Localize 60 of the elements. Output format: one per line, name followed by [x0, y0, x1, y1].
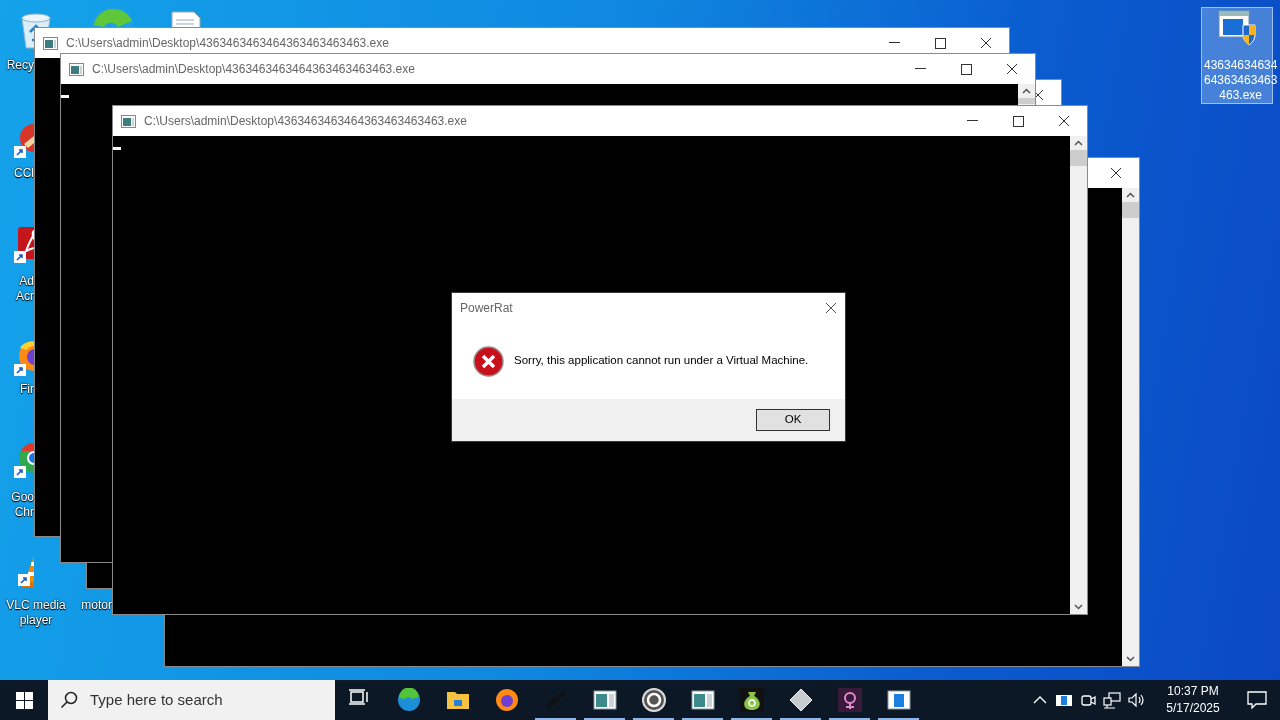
exe-icon[interactable]: [1215, 7, 1259, 47]
dialog-message: Sorry, this application cannot run under a Virtual Machine.: [514, 353, 809, 369]
minimize-icon[interactable]: [888, 42, 900, 44]
error-icon: [473, 345, 504, 377]
document-icon[interactable]: [170, 10, 202, 27]
close-icon[interactable]: [1058, 115, 1070, 127]
icon-label[interactable]: Fir: [0, 382, 34, 397]
icon-label[interactable]: 4363463463464363463463463.exe: [1204, 58, 1278, 103]
console-icon[interactable]: [592, 688, 617, 712]
console-icon[interactable]: [690, 688, 715, 712]
maximize-icon[interactable]: [960, 63, 972, 75]
icon-label[interactable]: CCl: [0, 166, 34, 181]
maximize-icon[interactable]: [1012, 115, 1024, 127]
icon-label[interactable]: Chr: [0, 505, 34, 520]
disc-icon[interactable]: [641, 688, 666, 712]
search-icon: [60, 691, 78, 709]
icon-label[interactable]: VLC media player: [0, 598, 72, 628]
scroll-up-icon[interactable]: [1074, 140, 1083, 146]
close-icon[interactable]: [980, 37, 992, 49]
close-icon[interactable]: [1006, 63, 1018, 75]
search-field[interactable]: Type here to search: [48, 680, 335, 720]
network-icon[interactable]: [1103, 691, 1121, 709]
close-icon[interactable]: [1110, 167, 1122, 179]
diamond-icon[interactable]: [788, 688, 813, 712]
window-title: C:\Users\admin\Desktop\4363463463464363463463463.exe: [92, 61, 415, 78]
scroll-thumb[interactable]: [1070, 150, 1087, 166]
close-icon[interactable]: [825, 302, 837, 314]
money-bag-icon[interactable]: [739, 688, 764, 712]
ok-button[interactable]: OK: [756, 409, 830, 431]
icon-label[interactable]: Ad: [0, 274, 34, 289]
scroll-up-icon[interactable]: [1126, 192, 1135, 198]
minimize-icon[interactable]: [966, 120, 978, 122]
scroll-down-icon[interactable]: [1126, 656, 1135, 662]
icon-label[interactable]: motor: [72, 598, 112, 613]
scrollbar[interactable]: [1070, 136, 1087, 614]
volume-icon[interactable]: [1127, 691, 1145, 709]
window-title: C:\Users\admin\Desktop\4363463463464363463463463.exe: [144, 113, 467, 130]
maximize-icon[interactable]: [934, 37, 946, 49]
orb-icon[interactable]: [837, 688, 862, 712]
firefox-icon[interactable]: [494, 688, 519, 712]
window-title: C:\Users\admin\Desktop\4363463463464363463463463.exe: [66, 35, 389, 52]
scroll-up-icon[interactable]: [1022, 88, 1031, 94]
scrollbar[interactable]: [1122, 188, 1139, 666]
app-window-icon[interactable]: [886, 688, 911, 712]
minimize-icon[interactable]: [914, 68, 926, 70]
console-app-icon: [69, 62, 84, 76]
edge-icon[interactable]: [396, 688, 421, 712]
scroll-thumb[interactable]: [1122, 202, 1139, 218]
icon-label[interactable]: Acr: [0, 289, 34, 304]
icon-label[interactable]: Recy: [0, 58, 34, 73]
icon-label[interactable]: Goo: [0, 490, 34, 505]
clock-date[interactable]: 5/17/2025: [1152, 700, 1234, 717]
clock-time[interactable]: 10:37 PM: [1152, 683, 1234, 700]
dialog-title: PowerRat: [460, 300, 513, 317]
scroll-down-icon[interactable]: [1074, 604, 1083, 610]
console-app-icon: [43, 36, 58, 50]
scroll-thumb[interactable]: [1018, 98, 1035, 104]
console-app-icon: [121, 114, 136, 128]
windows-logo-icon[interactable]: [15, 691, 33, 709]
notification-icon[interactable]: [1247, 691, 1267, 709]
